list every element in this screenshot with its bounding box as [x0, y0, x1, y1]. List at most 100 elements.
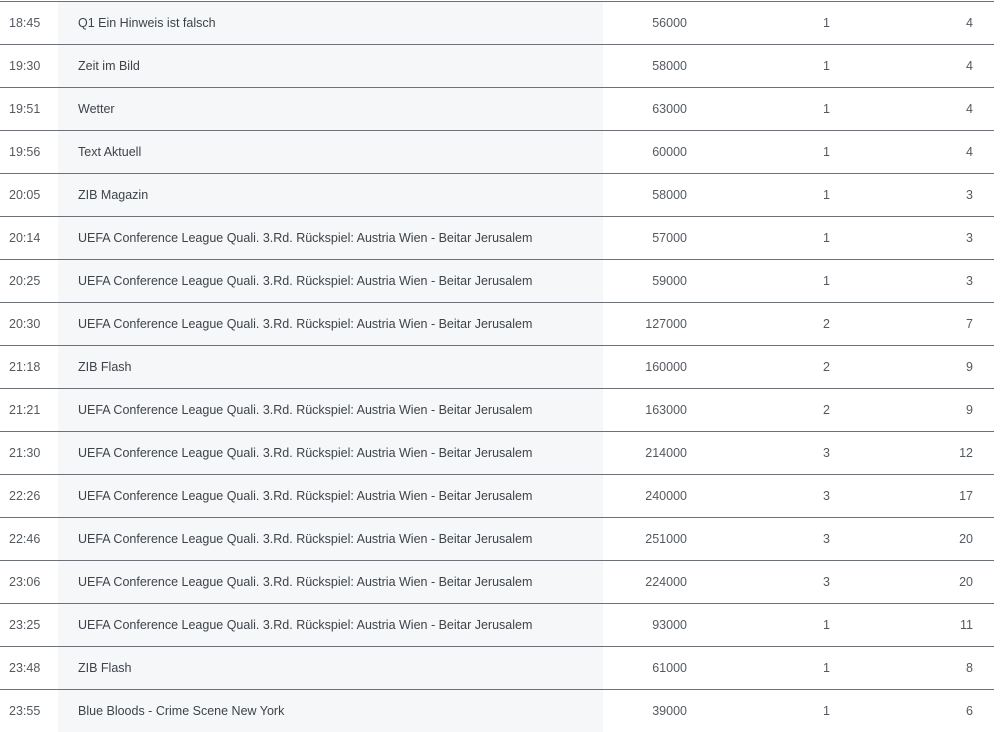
program-title-cell: UEFA Conference League Quali. 3.Rd. Rück… [78, 446, 533, 460]
program-title-cell: ZIB Flash [78, 360, 132, 374]
program-title-cell: UEFA Conference League Quali. 3.Rd. Rück… [78, 532, 533, 546]
program-title-cell: UEFA Conference League Quali. 3.Rd. Rück… [78, 618, 533, 632]
rating-cell: 2 [823, 317, 830, 331]
program-title-cell: UEFA Conference League Quali. 3.Rd. Rück… [78, 317, 533, 331]
viewers-cell: 57000 [652, 231, 687, 245]
viewers-cell: 59000 [652, 274, 687, 288]
time-cell: 19:56 [9, 145, 41, 159]
time-cell: 21:21 [9, 403, 41, 417]
table-row: 19:30 Zeit im Bild 58000 1 4 [0, 44, 994, 87]
rating-cell: 1 [823, 16, 830, 30]
share-cell: 3 [966, 188, 973, 202]
time-cell: 20:30 [9, 317, 41, 331]
time-cell: 23:25 [9, 618, 41, 632]
share-cell: 4 [966, 16, 973, 30]
share-cell: 9 [966, 403, 973, 417]
viewers-cell: 160000 [645, 360, 687, 374]
share-cell: 20 [959, 532, 973, 546]
share-cell: 9 [966, 360, 973, 374]
time-cell: 23:55 [9, 704, 41, 718]
table-row: 22:46 UEFA Conference League Quali. 3.Rd… [0, 517, 994, 560]
rating-cell: 2 [823, 360, 830, 374]
viewers-cell: 39000 [652, 704, 687, 718]
share-cell: 4 [966, 102, 973, 116]
share-cell: 4 [966, 145, 973, 159]
time-cell: 19:30 [9, 59, 41, 73]
program-title-cell: Text Aktuell [78, 145, 142, 159]
time-cell: 20:25 [9, 274, 41, 288]
viewers-cell: 60000 [652, 145, 687, 159]
table-row: 23:06 UEFA Conference League Quali. 3.Rd… [0, 560, 994, 603]
time-cell: 18:45 [9, 16, 41, 30]
rating-cell: 1 [823, 188, 830, 202]
viewers-cell: 61000 [652, 661, 687, 675]
rating-cell: 1 [823, 661, 830, 675]
rating-cell: 3 [823, 575, 830, 589]
program-title-cell: ZIB Magazin [78, 188, 149, 202]
viewers-cell: 58000 [652, 188, 687, 202]
time-cell: 21:30 [9, 446, 41, 460]
share-cell: 4 [966, 59, 973, 73]
viewers-cell: 127000 [645, 317, 687, 331]
viewers-cell: 163000 [645, 403, 687, 417]
rating-cell: 1 [823, 231, 830, 245]
viewers-cell: 251000 [645, 532, 687, 546]
ratings-table: 18:45 Q1 Ein Hinweis ist falsch 56000 1 … [0, 1, 994, 732]
time-cell: 21:18 [9, 360, 41, 374]
rating-cell: 1 [823, 145, 830, 159]
table-row: 20:14 UEFA Conference League Quali. 3.Rd… [0, 216, 994, 259]
table-row: 19:51 Wetter 63000 1 4 [0, 87, 994, 130]
share-cell: 11 [960, 618, 973, 632]
rating-cell: 3 [823, 489, 830, 503]
share-cell: 17 [959, 489, 973, 503]
share-cell: 12 [959, 446, 973, 460]
share-cell: 7 [966, 317, 973, 331]
time-cell: 22:46 [9, 532, 41, 546]
viewers-cell: 240000 [645, 489, 687, 503]
rating-cell: 3 [823, 532, 830, 546]
program-title-cell: ZIB Flash [78, 661, 132, 675]
program-title-cell: Zeit im Bild [78, 59, 140, 73]
viewers-cell: 224000 [645, 575, 687, 589]
table-row: 23:55 Blue Bloods - Crime Scene New York… [0, 689, 994, 732]
time-cell: 22:26 [9, 489, 41, 503]
viewers-cell: 56000 [652, 16, 687, 30]
rating-cell: 2 [823, 403, 830, 417]
time-cell: 23:48 [9, 661, 41, 675]
table-row: 20:30 UEFA Conference League Quali. 3.Rd… [0, 302, 994, 345]
viewers-cell: 214000 [645, 446, 687, 460]
program-title-cell: Blue Bloods - Crime Scene New York [78, 704, 285, 718]
table-row: 23:48 ZIB Flash 61000 1 8 [0, 646, 994, 689]
share-cell: 20 [959, 575, 973, 589]
program-title-cell: UEFA Conference League Quali. 3.Rd. Rück… [78, 403, 533, 417]
table-row: 21:18 ZIB Flash 160000 2 9 [0, 345, 994, 388]
table-row: 21:21 UEFA Conference League Quali. 3.Rd… [0, 388, 994, 431]
table-row: 23:25 UEFA Conference League Quali. 3.Rd… [0, 603, 994, 646]
viewers-cell: 93000 [652, 618, 687, 632]
share-cell: 6 [966, 704, 973, 718]
table-row: 22:26 UEFA Conference League Quali. 3.Rd… [0, 474, 994, 517]
table-row: 18:45 Q1 Ein Hinweis ist falsch 56000 1 … [0, 1, 994, 44]
share-cell: 8 [966, 661, 973, 675]
time-cell: 20:05 [9, 188, 41, 202]
share-cell: 3 [966, 231, 973, 245]
rating-cell: 1 [823, 102, 830, 116]
time-cell: 23:06 [9, 575, 41, 589]
program-title-cell: UEFA Conference League Quali. 3.Rd. Rück… [78, 489, 533, 503]
time-cell: 19:51 [9, 102, 41, 116]
viewers-cell: 63000 [652, 102, 687, 116]
table-row: 19:56 Text Aktuell 60000 1 4 [0, 130, 994, 173]
rating-cell: 1 [823, 618, 830, 632]
program-title-cell: UEFA Conference League Quali. 3.Rd. Rück… [78, 231, 533, 245]
rating-cell: 1 [823, 274, 830, 288]
rating-cell: 1 [823, 704, 830, 718]
table-row: 20:05 ZIB Magazin 58000 1 3 [0, 173, 994, 216]
program-title-cell: UEFA Conference League Quali. 3.Rd. Rück… [78, 274, 533, 288]
table-row: 21:30 UEFA Conference League Quali. 3.Rd… [0, 431, 994, 474]
program-title-cell: Q1 Ein Hinweis ist falsch [78, 16, 216, 30]
table-row: 20:25 UEFA Conference League Quali. 3.Rd… [0, 259, 994, 302]
viewers-cell: 58000 [652, 59, 687, 73]
rating-cell: 3 [823, 446, 830, 460]
program-title-cell: UEFA Conference League Quali. 3.Rd. Rück… [78, 575, 533, 589]
rating-cell: 1 [823, 59, 830, 73]
